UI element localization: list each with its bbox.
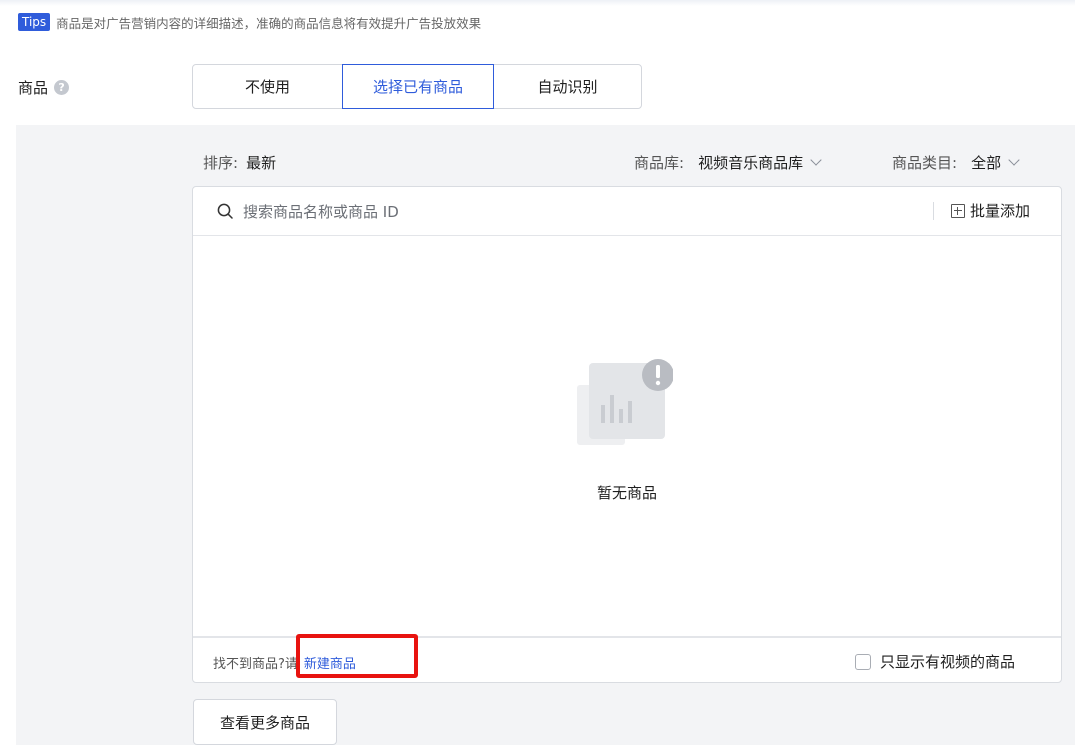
batch-add-button[interactable]: 批量添加 <box>951 200 1030 221</box>
tips-badge: Tips <box>18 13 51 31</box>
product-list-box: 批量添加 暂无商品 找不到商品? 请 新建商品 只显示有视频的商品 <box>192 186 1062 683</box>
product-label: 商品 <box>18 79 49 97</box>
empty-text: 暂无商品 <box>596 484 657 502</box>
sort-control[interactable]: 排序: 最新 <box>203 152 276 173</box>
sort-label: 排序: <box>203 154 239 172</box>
checkbox-box[interactable] <box>855 653 871 670</box>
only-video-checkbox[interactable]: 只显示有视频的商品 <box>855 651 1015 672</box>
sort-value[interactable]: 最新 <box>246 152 276 173</box>
search-input[interactable] <box>243 199 923 224</box>
category-value[interactable]: 全部 <box>971 152 1001 173</box>
tips-text: 商品是对广告营销内容的详细描述，准确的商品信息将有效提升广告投放效果 <box>56 15 482 31</box>
batch-add-label: 批量添加 <box>970 202 1031 220</box>
question-circle-icon[interactable]: ? <box>54 80 70 95</box>
mode-tab-auto-detect[interactable]: 自动识别 <box>494 65 641 108</box>
mode-tab-none[interactable]: 不使用 <box>193 65 342 108</box>
search-bar: 批量添加 <box>193 187 1061 236</box>
mode-tab-select-existing[interactable]: 选择已有商品 <box>342 64 494 109</box>
only-video-label: 只显示有视频的商品 <box>880 653 1016 671</box>
view-more-products-button[interactable]: 查看更多商品 <box>193 699 337 745</box>
search-icon <box>217 203 233 219</box>
not-found-text: 找不到商品? <box>213 657 285 672</box>
plus-square-icon <box>951 203 965 218</box>
category-label: 商品类目: <box>892 154 958 172</box>
chevron-down-icon <box>810 154 822 166</box>
library-value[interactable]: 视频音乐商品库 <box>698 152 803 173</box>
tips-bar: Tips 商品是对广告营销内容的详细描述，准确的商品信息将有效提升广告投放效果 <box>18 12 481 32</box>
empty-chart-alert-icon <box>577 359 673 445</box>
category-select[interactable]: 商品类目: 全部 <box>892 152 1020 173</box>
library-select[interactable]: 商品库: 视频音乐商品库 <box>634 152 822 173</box>
product-mode-segmented: 不使用 选择已有商品 自动识别 <box>192 64 642 109</box>
chevron-down-icon <box>1008 154 1020 166</box>
product-field-label: 商品 ? <box>18 77 70 98</box>
highlight-box <box>296 634 418 678</box>
library-label: 商品库: <box>634 154 685 172</box>
top-shadow <box>0 0 1075 6</box>
divider <box>933 202 934 220</box>
